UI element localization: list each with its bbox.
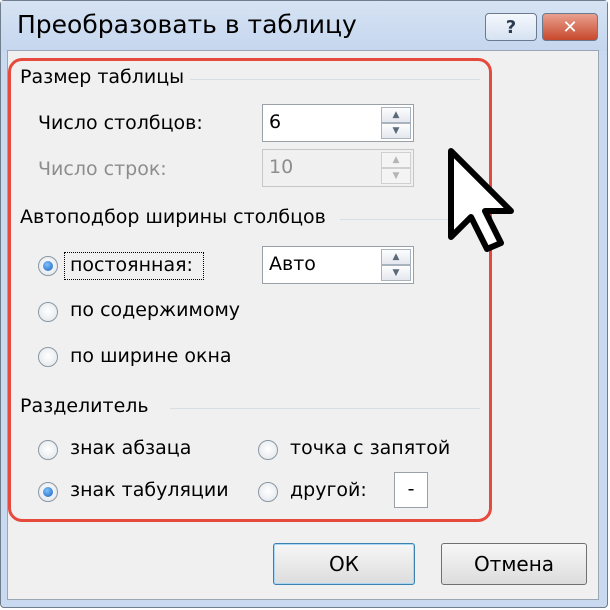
highlight-frame <box>8 58 492 522</box>
cancel-button[interactable]: Отмена <box>441 543 587 585</box>
help-icon: ? <box>505 16 517 38</box>
dialog-title: Преобразовать в таблицу <box>17 10 357 39</box>
close-icon: ✕ <box>562 16 578 38</box>
mouse-pointer-icon <box>448 148 514 252</box>
close-button[interactable]: ✕ <box>542 13 598 41</box>
title-bar[interactable]: Преобразовать в таблицу ? ✕ <box>1 1 607 51</box>
help-button[interactable]: ? <box>485 13 537 41</box>
ok-button[interactable]: ОК <box>273 543 415 585</box>
